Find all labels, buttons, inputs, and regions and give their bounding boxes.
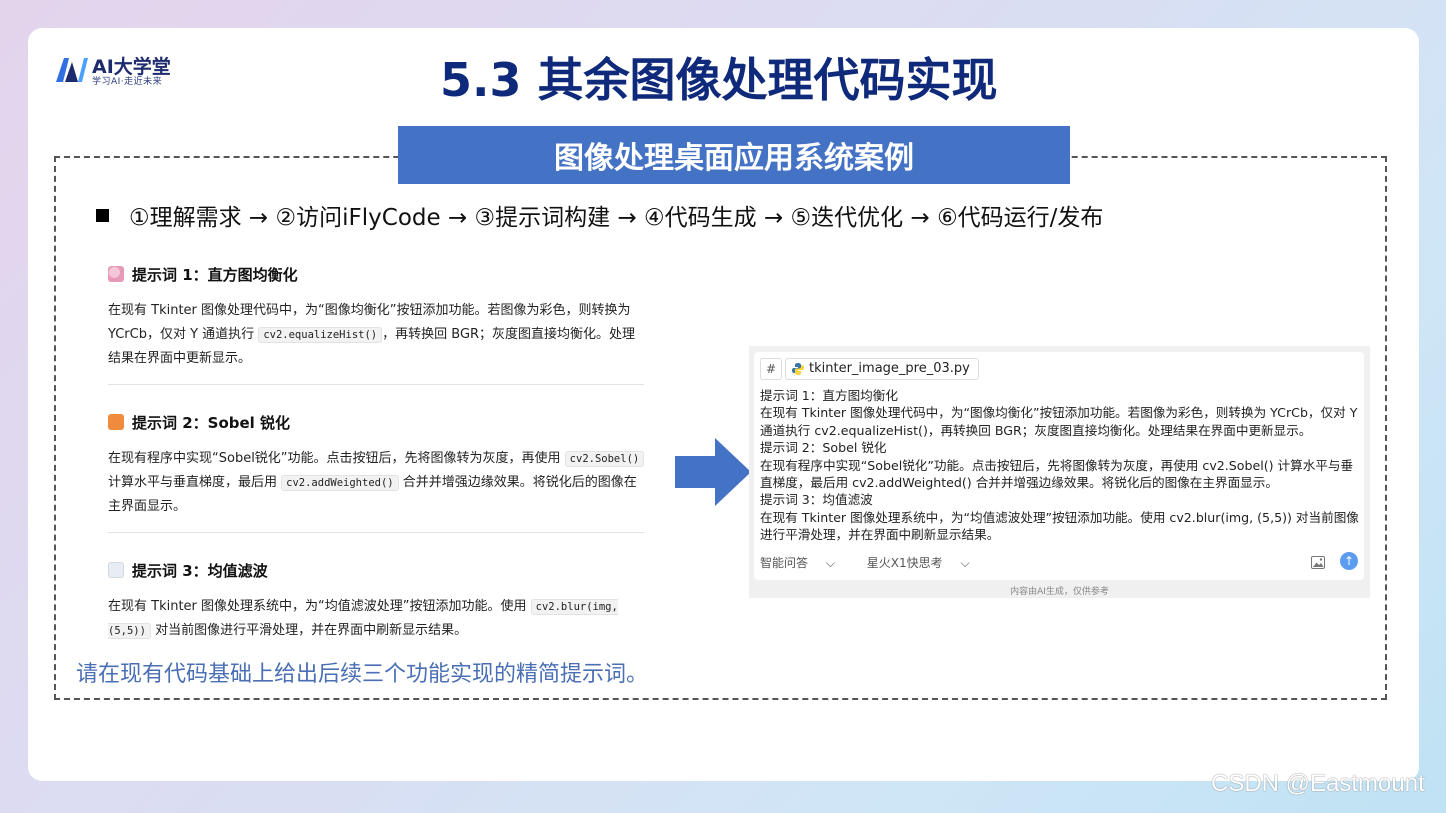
chat-line: 在现有 Tkinter 图像处理系统中，为“均值滤波处理”按钮添加功能。使用 c… [760, 509, 1359, 543]
chat-line: 提示词 2：Sobel 锐化 [760, 440, 887, 456]
logo-tagline: 学习AI·走近未来 [92, 77, 163, 87]
sparkle-icon [108, 414, 124, 430]
prompt-2-heading: 提示词 2：Sobel 锐化 [132, 414, 291, 432]
case-banner: 图像处理桌面应用系统案例 [398, 126, 1070, 184]
prompt-1: 提示词 1：直方图均衡化 在现有 Tkinter 图像处理代码中，为“图像均衡化… [108, 264, 648, 371]
chat-line: 在现有 Tkinter 图像处理代码中，为“图像均衡化”按钮添加功能。若图像为彩… [760, 405, 1358, 438]
chevron-down-icon: ⌵ [825, 556, 835, 570]
context-hash-button[interactable]: # [760, 358, 782, 380]
palette-icon [108, 266, 124, 282]
logo-icon [56, 58, 88, 82]
code-sobel: cv2.Sobel() [564, 451, 645, 467]
python-icon [792, 363, 804, 375]
model-dropdown[interactable]: 星火X1快思考 ⌵ [867, 556, 984, 570]
prompt-1-body: 在现有 Tkinter 图像处理代码中，为“图像均衡化”按钮添加功能。若图像为彩… [108, 303, 636, 366]
prompt-1-heading: 提示词 1：直方图均衡化 [132, 266, 298, 284]
prompt-3: 提示词 3：均值滤波 在现有 Tkinter 图像处理系统中，为“均值滤波处理”… [108, 560, 648, 643]
file-name: tkinter_image_pre_03.py [809, 361, 970, 376]
ai-disclaimer: 内容由AI生成，仅供参考 [1010, 587, 1109, 597]
right-arrow-icon [675, 438, 751, 506]
divider [108, 532, 644, 533]
prompt-3-heading: 提示词 3：均值滤波 [132, 562, 268, 580]
cloud-icon [108, 562, 124, 578]
image-upload-icon[interactable] [1311, 556, 1325, 569]
attached-file-chip[interactable]: tkinter_image_pre_03.py [785, 358, 979, 380]
divider [108, 384, 644, 385]
ai-daxuetang-logo: AI大学堂 学习AI·走近未来 [54, 52, 194, 88]
chevron-down-icon: ⌵ [960, 556, 970, 570]
workflow-steps: ①理解需求 → ②访问iFlyCode → ③提示词构建 → ④代码生成 → ⑤… [96, 198, 1103, 232]
chat-line: 提示词 1：直方图均衡化 [760, 388, 898, 403]
task-instruction: 请在现有代码基础上给出后续三个功能实现的精简提示词。 [76, 662, 649, 687]
prompt-3-body: 在现有 Tkinter 图像处理系统中，为“均值滤波处理”按钮添加功能。使用 c… [108, 599, 618, 639]
steps-text: ①理解需求 → ②访问iFlyCode → ③提示词构建 → ④代码生成 → ⑤… [129, 205, 1104, 231]
send-button[interactable]: ↑ [1340, 552, 1358, 570]
chat-prompt-text[interactable]: 提示词 1：直方图均衡化 在现有 Tkinter 图像处理代码中，为“图像均衡化… [760, 387, 1360, 544]
prompt-2: 提示词 2：Sobel 锐化 在现有程序中实现“Sobel锐化”功能。点击按钮后… [108, 412, 648, 519]
prompt-2-body: 在现有程序中实现“Sobel锐化”功能。点击按钮后，先将图像转为灰度，再使用 c… [108, 447, 648, 519]
code-equalizehist: cv2.equalizeHist() [258, 327, 383, 343]
arrow-up-icon: ↑ [1343, 554, 1355, 568]
code-addweighted: cv2.addWeighted() [281, 475, 399, 491]
csdn-watermark: CSDN @Eastmount [1211, 770, 1425, 797]
chat-line: 在现有程序中实现“Sobel锐化”功能。点击按钮后，先将图像转为灰度，再使用 c… [760, 457, 1354, 491]
chat-line: 提示词 3：均值滤波 [760, 492, 873, 508]
iflycode-chat-panel: # tkinter_image_pre_03.py 提示词 1：直方图均衡化 在… [749, 346, 1370, 598]
bullet-square-icon [96, 209, 109, 222]
mode-dropdown[interactable]: 智能问答 ⌵ [760, 556, 849, 570]
page-title: 5.3 其余图像处理代码实现 [440, 53, 998, 107]
chat-input-box[interactable]: # tkinter_image_pre_03.py 提示词 1：直方图均衡化 在… [754, 352, 1364, 580]
chat-toolbar: 智能问答 ⌵ 星火X1快思考 ⌵ [760, 554, 998, 571]
